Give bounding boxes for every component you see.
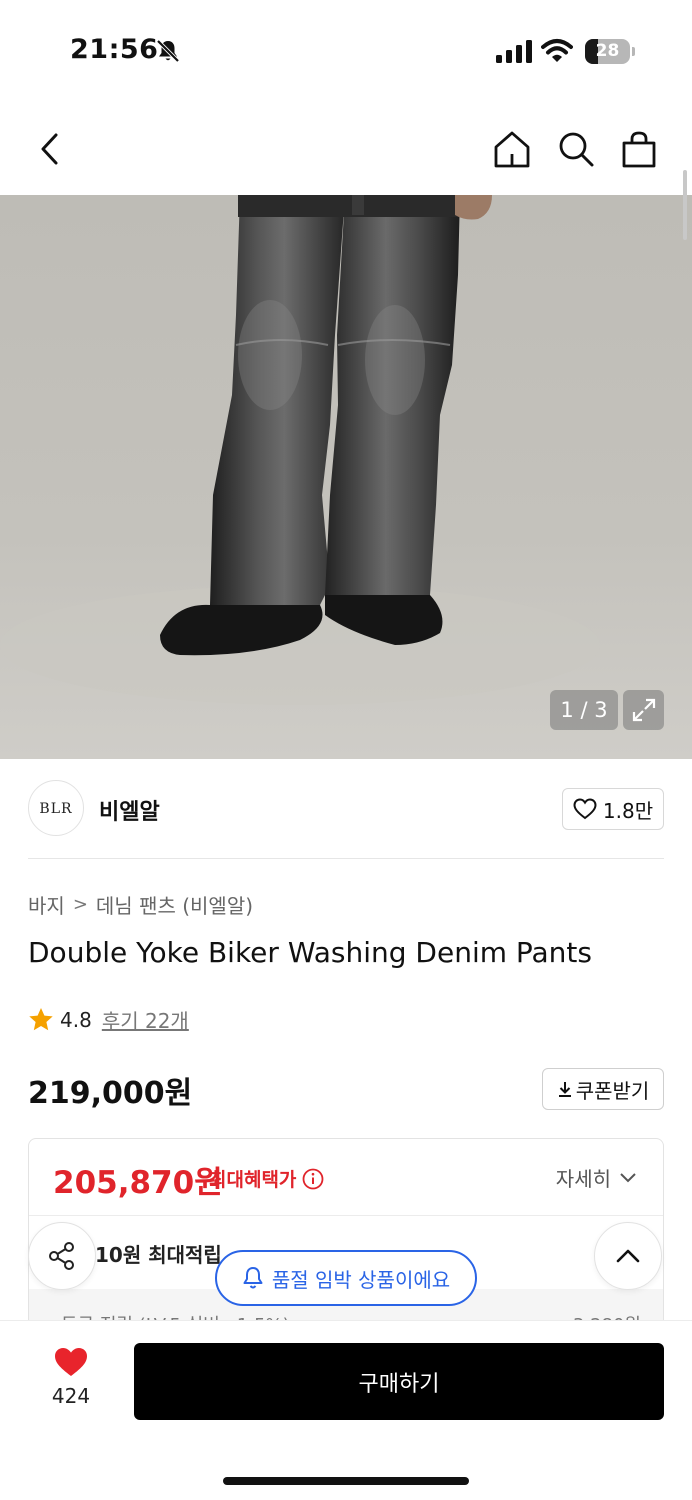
product-image-gallery[interactable]: 1 / 3 xyxy=(0,195,692,759)
brand-row: BLR 비엘알 1.8만 xyxy=(28,780,664,836)
benefit-detail-toggle[interactable]: 자세히 xyxy=(556,1163,637,1192)
scroll-top-button[interactable] xyxy=(594,1222,662,1290)
status-bar: 21:56 28 xyxy=(0,0,692,100)
chevron-down-icon xyxy=(620,1172,636,1182)
divider xyxy=(29,1215,663,1216)
brand-name[interactable]: 비엘알 xyxy=(99,794,160,826)
toast-text: 품절 임박 상품이에요 xyxy=(271,1267,451,1292)
heart-outline-icon xyxy=(573,798,597,820)
coupon-button[interactable]: 쿠폰받기 xyxy=(542,1068,664,1110)
top-nav-bar xyxy=(0,100,692,195)
share-button[interactable] xyxy=(28,1222,96,1290)
bell-icon xyxy=(243,1267,263,1289)
max-benefit-price: 205,870원 xyxy=(53,1165,223,1201)
heart-filled-icon xyxy=(55,1348,87,1376)
expand-image-button[interactable] xyxy=(623,690,664,730)
status-time: 21:56 xyxy=(70,34,159,65)
star-icon xyxy=(29,1008,53,1031)
info-icon xyxy=(303,1168,324,1189)
benefit-box: 205,870원 최대혜택가 자세히 10원 최대적립 등급 적립 (LV.5 … xyxy=(28,1138,664,1338)
breadcrumb-item-category[interactable]: 바지 xyxy=(28,890,65,919)
chevron-up-icon xyxy=(616,1249,640,1263)
search-button[interactable] xyxy=(556,128,596,170)
expand-icon xyxy=(632,698,655,722)
battery-percent: 28 xyxy=(595,41,620,61)
image-counter: 1 / 3 xyxy=(550,690,618,730)
low-stock-toast: 품절 임박 상품이에요 xyxy=(215,1250,477,1306)
max-benefit-text: 최대혜택가 xyxy=(209,1169,297,1191)
battery-icon: 28 xyxy=(585,39,635,64)
back-button[interactable] xyxy=(30,128,70,170)
benefit-detail-label: 자세히 xyxy=(555,1167,611,1191)
cart-button[interactable] xyxy=(619,128,659,170)
max-benefit-label[interactable]: 최대혜택가 xyxy=(209,1165,324,1192)
breadcrumb-item-subcategory[interactable]: 데님 팬츠 (비엘알) xyxy=(96,890,253,919)
home-icon xyxy=(494,131,530,168)
wishlist-count: 424 xyxy=(51,1384,91,1408)
buy-button[interactable]: 구매하기 xyxy=(134,1343,664,1420)
rating-row: 4.8 후기 22개 xyxy=(28,1005,189,1034)
rating-value: 4.8 xyxy=(60,1007,92,1032)
brand-like-count: 1.8만 xyxy=(602,798,654,823)
review-link[interactable]: 후기 22개 xyxy=(102,1005,189,1034)
wishlist-button[interactable]: 424 xyxy=(40,1346,102,1408)
max-points-label: 10원 최대적립 xyxy=(95,1243,222,1267)
bell-off-icon xyxy=(156,39,180,63)
coupon-label: 쿠폰받기 xyxy=(575,1078,650,1103)
brand-like-button[interactable]: 1.8만 xyxy=(562,788,664,830)
breadcrumb-separator: > xyxy=(72,894,88,915)
home-button[interactable] xyxy=(492,128,532,170)
cellular-signal-icon xyxy=(496,40,532,63)
share-icon xyxy=(49,1242,74,1270)
download-icon xyxy=(558,1082,571,1097)
shopping-bag-icon xyxy=(622,131,656,168)
page-scrollbar[interactable] xyxy=(683,170,687,240)
product-photo xyxy=(0,195,692,759)
bottom-action-bar: 424 구매하기 xyxy=(0,1320,692,1500)
product-price: 219,000원 xyxy=(28,1076,193,1111)
home-indicator xyxy=(223,1477,469,1485)
search-icon xyxy=(559,132,594,167)
divider xyxy=(28,858,664,859)
product-title: Double Yoke Biker Washing Denim Pants xyxy=(28,936,592,969)
brand-logo[interactable]: BLR xyxy=(28,780,84,836)
breadcrumb: 바지 > 데님 팬츠 (비엘알) xyxy=(28,890,253,919)
wifi-icon xyxy=(541,39,573,62)
back-arrow-icon xyxy=(41,133,58,165)
